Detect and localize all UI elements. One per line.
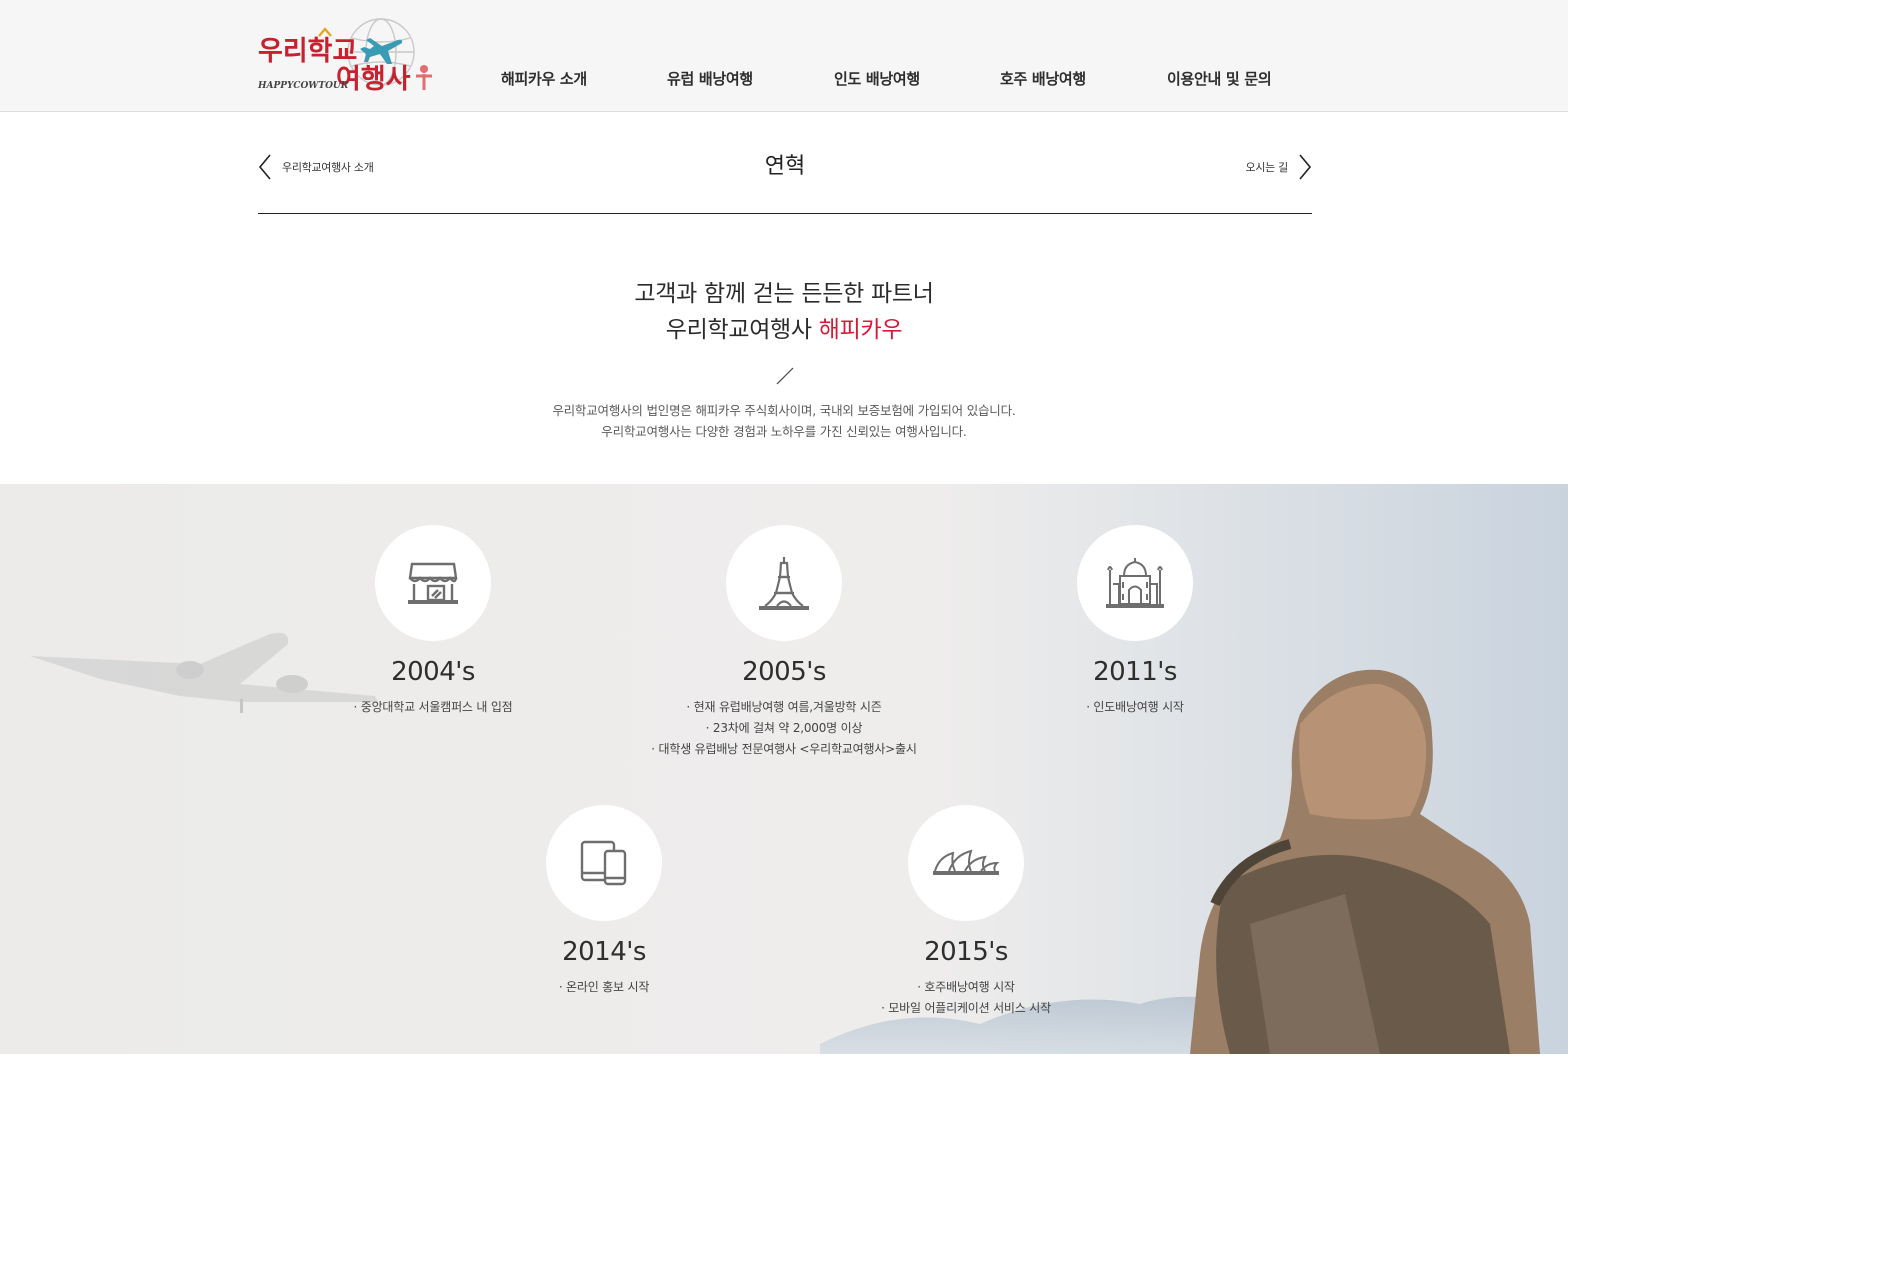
- divider-slash-icon: [776, 367, 794, 385]
- history-event: · 호주배낭여행 시작: [917, 980, 1015, 994]
- devices-icon: [580, 840, 627, 886]
- history-year: 2011's: [1093, 657, 1177, 687]
- history-events: · 온라인 홍보 시작: [444, 977, 764, 998]
- history-year: 2015's: [924, 937, 1008, 967]
- history-events: · 중앙대학교 서울캠퍼스 내 입점: [273, 697, 593, 718]
- intro-description: 우리학교여행사의 법인명은 해피카우 주식회사이며, 국내외 보증보험에 가입되…: [0, 400, 1568, 442]
- history-icon-circle: [1077, 525, 1193, 641]
- history-icon-circle: [726, 525, 842, 641]
- intro-line-1: 고객과 함께 걷는 든든한 파트너: [634, 281, 934, 307]
- chevron-right-icon: [1299, 154, 1312, 180]
- opera-house-icon: [933, 849, 1000, 875]
- history-icon-circle: [375, 525, 491, 641]
- history-event: · 현재 유럽배낭여행 여름,겨울방학 시즌: [686, 700, 882, 714]
- nav-item-australia[interactable]: 호주 배낭여행: [1000, 68, 1086, 89]
- history-event: · 대학생 유럽배낭 전문여행사 <우리학교여행사>출시: [651, 742, 917, 756]
- taj-mahal-icon: [1106, 558, 1164, 608]
- intro-desc-line-2: 우리학교여행사는 다양한 경험과 노하우를 가진 신뢰있는 여행사입니다.: [601, 424, 967, 439]
- intro-line-2: 우리학교여행사 해피카우: [0, 312, 1568, 348]
- history-event: · 인도배낭여행 시작: [1086, 700, 1184, 714]
- history-item-2015: 2015's · 호주배낭여행 시작 · 모바일 어플리케이션 서비스 시작: [806, 805, 1126, 1019]
- next-page-label: 오시는 길: [1245, 161, 1289, 174]
- eiffel-tower-icon: [759, 557, 809, 610]
- history-event: · 23차에 걸쳐 약 2,000명 이상: [705, 721, 863, 735]
- intro-line-2-plain: 우리학교여행사: [665, 317, 819, 343]
- history-item-2005: 2005's · 현재 유럽배낭여행 여름,겨울방학 시즌 · 23차에 걸쳐 …: [624, 525, 944, 760]
- nav-item-about[interactable]: 해피카우 소개: [501, 68, 587, 89]
- history-icon-circle: [908, 805, 1024, 921]
- history-section: 2004's · 중앙대학교 서울캠퍼스 내 입점 2005's · 현재 유럽…: [0, 484, 1568, 1054]
- svg-text:우리학교: 우리학교: [258, 36, 357, 67]
- history-events: · 인도배낭여행 시작: [975, 697, 1295, 718]
- history-icon-circle: [546, 805, 662, 921]
- store-icon: [408, 562, 458, 604]
- history-events: · 현재 유럽배낭여행 여름,겨울방학 시즌 · 23차에 걸쳐 약 2,000…: [624, 697, 944, 760]
- history-year: 2004's: [391, 657, 475, 687]
- page-subnav: 우리학교여행사 소개 연혁 오시는 길: [258, 140, 1312, 214]
- site-header: 우리학교 여행사 HAPPYCOWTOUR 해피카우 소개 유럽 배낭여행 인도…: [0, 0, 1568, 112]
- history-item-2014: 2014's · 온라인 홍보 시작: [444, 805, 764, 998]
- history-event: · 중앙대학교 서울캠퍼스 내 입점: [353, 700, 513, 714]
- history-item-2004: 2004's · 중앙대학교 서울캠퍼스 내 입점: [273, 525, 593, 718]
- intro-heading: 고객과 함께 걷는 든든한 파트너 우리학교여행사 해피카우: [0, 276, 1568, 348]
- nav-item-guide[interactable]: 이용안내 및 문의: [1167, 68, 1272, 89]
- history-year: 2014's: [562, 937, 646, 967]
- intro-desc-line-1: 우리학교여행사의 법인명은 해피카우 주식회사이며, 국내외 보증보험에 가입되…: [552, 403, 1016, 418]
- page-title: 연혁: [764, 154, 806, 179]
- history-event: · 모바일 어플리케이션 서비스 시작: [881, 1001, 1051, 1015]
- nav-item-europe[interactable]: 유럽 배낭여행: [667, 68, 753, 89]
- intro-brand-accent: 해피카우: [818, 317, 903, 343]
- history-item-2011: 2011's · 인도배낭여행 시작: [975, 525, 1295, 718]
- history-year: 2005's: [742, 657, 826, 687]
- nav-item-india[interactable]: 인도 배낭여행: [834, 68, 920, 89]
- history-event: · 온라인 홍보 시작: [558, 980, 650, 994]
- main-nav: 해피카우 소개 유럽 배낭여행 인도 배낭여행 호주 배낭여행 이용안내 및 문…: [0, 68, 1568, 94]
- history-events: · 호주배낭여행 시작 · 모바일 어플리케이션 서비스 시작: [806, 977, 1126, 1019]
- next-page-link[interactable]: 오시는 길: [1246, 154, 1312, 180]
